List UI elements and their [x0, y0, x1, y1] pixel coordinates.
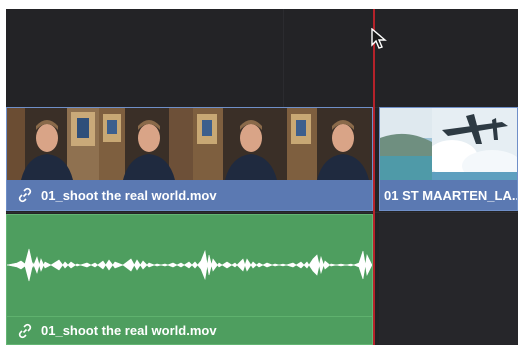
- thumbnail: [193, 108, 287, 180]
- clip-name: 01_shoot the real world.mov: [41, 323, 217, 338]
- playhead[interactable]: [373, 9, 375, 345]
- clip-label: 01_shoot the real world.mov: [7, 180, 372, 210]
- thumbnail: [380, 108, 432, 180]
- clip-name: 01_shoot the real world.mov: [41, 187, 217, 203]
- audio-waveform: [7, 248, 372, 282]
- clip-label: 01 ST MAARTEN_LA...: [380, 180, 517, 210]
- thumbnail: [432, 108, 517, 180]
- empty-track-area: [379, 214, 518, 345]
- timeline[interactable]: 01_shoot the real world.mov 01 ST MAARTE…: [6, 9, 518, 345]
- link-icon: [17, 323, 33, 339]
- arrow-pointer-icon: [371, 27, 387, 55]
- thumbnail: [99, 108, 193, 180]
- clip-thumbnails: [380, 108, 517, 180]
- audio-clip[interactable]: 01_shoot the real world.mov: [6, 214, 373, 345]
- video-clip[interactable]: 01_shoot the real world.mov: [6, 107, 373, 211]
- clip-name: 01 ST MAARTEN_LA...: [384, 187, 518, 203]
- video-clip[interactable]: 01 ST MAARTEN_LA...: [379, 107, 518, 211]
- thumbnail: [287, 108, 372, 180]
- link-icon: [17, 187, 33, 203]
- track-divider: [283, 9, 284, 107]
- clip-thumbnails: [7, 108, 372, 180]
- track-divider: [6, 212, 518, 213]
- clip-label: 01_shoot the real world.mov: [7, 316, 372, 344]
- thumbnail: [7, 108, 99, 180]
